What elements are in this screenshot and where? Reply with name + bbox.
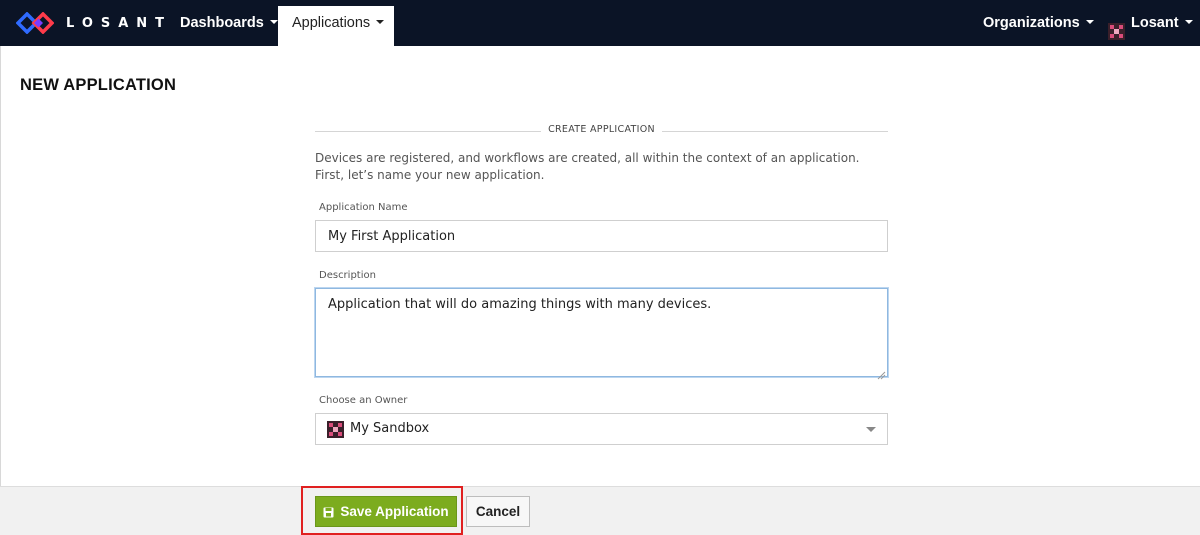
owner-label: Choose an Owner bbox=[319, 395, 408, 406]
page-title: NEW APPLICATION bbox=[20, 76, 177, 94]
intro-text: Devices are registered, and workflows ar… bbox=[315, 151, 860, 182]
caret-down-icon bbox=[376, 20, 385, 25]
description-textarea[interactable]: Application that will do amazing things … bbox=[315, 288, 888, 377]
save-icon bbox=[323, 506, 334, 518]
description-label: Description bbox=[319, 270, 376, 281]
nav-applications-label: Applications bbox=[292, 15, 371, 31]
brand-name: LOSANT bbox=[66, 15, 173, 31]
divider-line bbox=[662, 131, 888, 132]
nav-applications-menu[interactable]: Applications bbox=[278, 6, 394, 46]
section-header: CREATE APPLICATION bbox=[315, 122, 888, 140]
sandbox-avatar-icon bbox=[327, 421, 344, 438]
save-application-label: Save Application bbox=[340, 504, 449, 519]
section-title: CREATE APPLICATION bbox=[548, 124, 655, 135]
caret-down-icon bbox=[1085, 20, 1094, 25]
dropdown-arrow-icon bbox=[866, 427, 876, 432]
user-avatar-icon bbox=[1108, 13, 1125, 40]
resize-handle-icon[interactable] bbox=[876, 365, 886, 380]
losant-logo-icon bbox=[16, 12, 54, 34]
owner-selected-value: My Sandbox bbox=[350, 421, 430, 436]
application-name-label: Application Name bbox=[319, 202, 408, 213]
cancel-button[interactable]: Cancel bbox=[466, 496, 530, 527]
nav-dashboards-label: Dashboards bbox=[180, 15, 264, 31]
nav-user-label: Losant bbox=[1131, 15, 1179, 31]
owner-select[interactable]: My Sandbox bbox=[315, 413, 888, 445]
nav-user-menu[interactable]: Losant bbox=[1108, 0, 1193, 46]
nav-organizations-label: Organizations bbox=[983, 15, 1080, 31]
top-navbar: LOSANT Dashboards Applications Organizat… bbox=[0, 0, 1200, 46]
save-application-button[interactable]: Save Application bbox=[315, 496, 457, 527]
nav-organizations-menu[interactable]: Organizations bbox=[983, 0, 1094, 46]
nav-dashboards-menu[interactable]: Dashboards bbox=[180, 0, 278, 46]
application-name-input[interactable] bbox=[315, 220, 888, 252]
page-left-border bbox=[0, 46, 1, 486]
form-actions-bar bbox=[0, 486, 1200, 535]
caret-down-icon bbox=[269, 20, 278, 25]
brand-logo[interactable]: LOSANT bbox=[16, 12, 172, 34]
caret-down-icon bbox=[1184, 20, 1193, 25]
